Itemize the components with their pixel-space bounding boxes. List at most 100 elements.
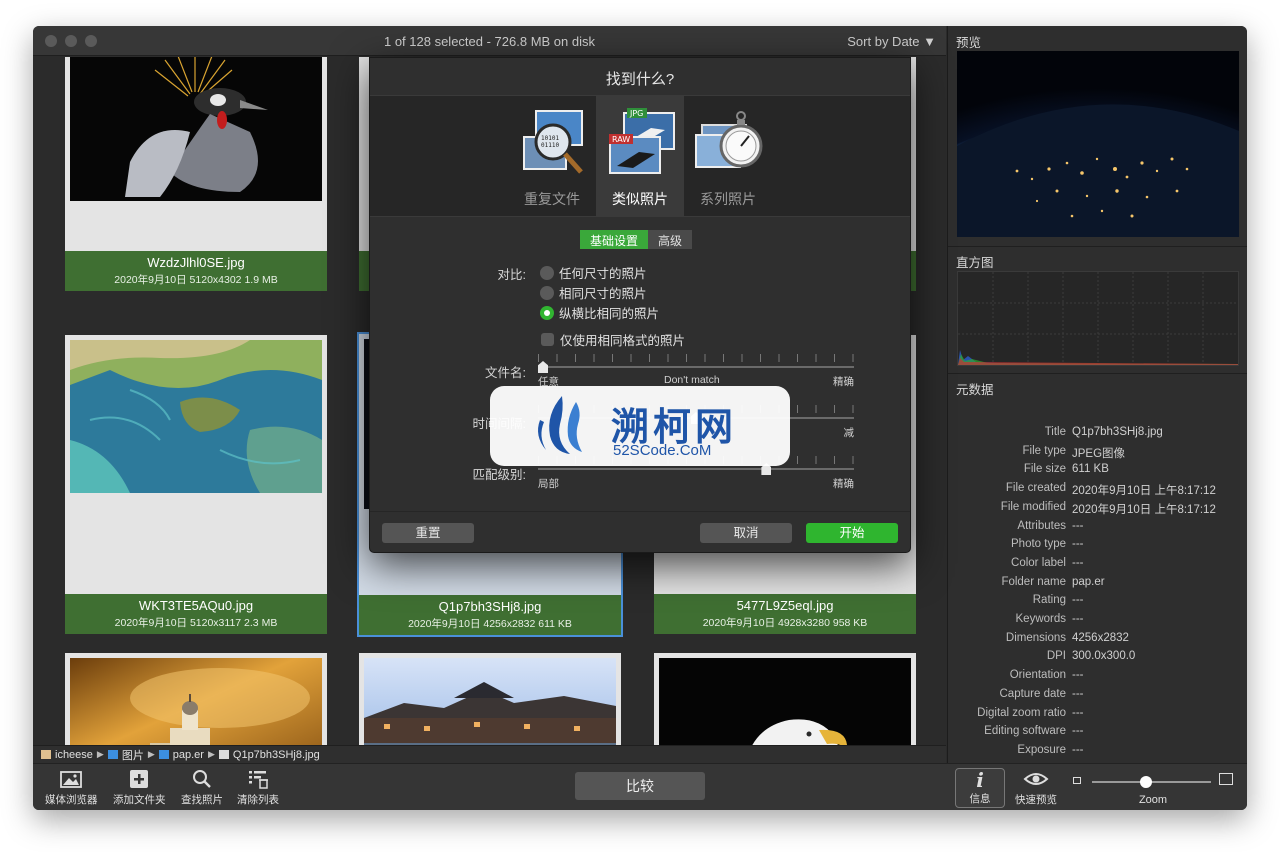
photo-caption: 5477L9Z5eql.jpg 2020年9月10日 4928x3280 958… bbox=[654, 594, 916, 634]
mode-duplicate-files[interactable]: 10101 01110 重复文件 bbox=[508, 96, 596, 216]
metadata-key: Keywords bbox=[1015, 613, 1067, 625]
watermark-logo: 溯柯网 52SCode.CoM bbox=[490, 386, 790, 466]
mode-similar-photos[interactable]: JPG RAW 类似照片 bbox=[596, 96, 684, 216]
folder-icon bbox=[158, 750, 169, 759]
sort-menu[interactable]: Sort by Date ▼ bbox=[847, 34, 936, 49]
radio-button[interactable] bbox=[540, 265, 554, 280]
mode-selector: 10101 01110 重复文件 JPG RAW 类似照片 系列照片 bbox=[370, 95, 910, 217]
radio-same-aspect[interactable]: 纵横比相同的照片 bbox=[540, 303, 659, 322]
radio-button[interactable] bbox=[540, 285, 554, 300]
radio-same-size[interactable]: 相同尺寸的照片 bbox=[540, 283, 647, 302]
metadata-row: File modified 2020年9月10日 上午8:17:12 bbox=[948, 501, 1247, 519]
radio-label: 任何尺寸的照片 bbox=[559, 267, 647, 281]
metadata-row: Digital zoom ratio --- bbox=[948, 707, 1247, 725]
match-level-label: 匹配级别: bbox=[472, 468, 526, 482]
tab-advanced[interactable]: 高级 bbox=[648, 230, 693, 249]
slider-knob[interactable] bbox=[538, 361, 548, 373]
clear-list-icon bbox=[249, 771, 268, 789]
panel-divider bbox=[948, 246, 1247, 247]
radio-any-size[interactable]: 任何尺寸的照片 bbox=[540, 263, 647, 282]
path-arrow-icon: ▶ bbox=[147, 749, 155, 759]
metadata-list: Title Q1p7bh3SHj8.jpg File type JPEG图像 File … bbox=[948, 398, 1247, 763]
photo-tile[interactable] bbox=[65, 653, 327, 745]
path-arrow-icon: ▶ bbox=[96, 749, 104, 759]
clear-list-button[interactable]: 清除列表 bbox=[237, 768, 279, 807]
metadata-value: JPEG图像 bbox=[1072, 447, 1126, 460]
info-button[interactable]: i 信息 bbox=[955, 768, 1005, 808]
slider-track[interactable] bbox=[538, 468, 854, 470]
inspector-panel: 预览 直方图 元数据 Title Q1p7bh3SHj8.jpg File ty… bbox=[947, 26, 1247, 763]
same-format-checkbox[interactable]: 仅使用相同格式的照片 bbox=[541, 330, 685, 349]
metadata-value: --- bbox=[1072, 613, 1084, 625]
path-segment[interactable]: icheese bbox=[41, 749, 93, 761]
file-icon bbox=[218, 750, 229, 759]
metadata-value: 300.0x300.0 bbox=[1072, 650, 1136, 663]
start-button[interactable]: 开始 bbox=[806, 523, 898, 543]
checkbox[interactable] bbox=[541, 333, 554, 346]
path-segment[interactable]: pap.er bbox=[158, 748, 204, 761]
filename-slider[interactable]: 任意 Don't match 精确 bbox=[538, 354, 854, 388]
metadata-key: File type bbox=[1022, 444, 1066, 457]
path-segment-label: pap.er bbox=[172, 748, 204, 761]
stopwatch-photos-icon bbox=[695, 111, 763, 168]
path-segment[interactable]: Q1p7bh3SHj8.jpg bbox=[218, 749, 320, 761]
metadata-value: --- bbox=[1072, 519, 1084, 532]
metadata-heading: 元数据 bbox=[956, 383, 994, 397]
mode-label: 系列照片 bbox=[700, 191, 756, 207]
metadata-row: Color label --- bbox=[948, 557, 1247, 575]
file-meta: 2020年9月10日 4928x3280 958 KB bbox=[702, 617, 868, 629]
metadata-key: Title bbox=[1044, 426, 1066, 438]
photo-tile[interactable] bbox=[654, 653, 916, 745]
photo-tile[interactable]: WzdzJlhl0SE.jpg 2020年9月10日 5120x4302 1.9… bbox=[65, 57, 327, 291]
metadata-row: Rating --- bbox=[948, 594, 1247, 612]
clear-list-label: 清除列表 bbox=[237, 794, 279, 806]
metadata-value: 2020年9月10日 上午8:17:12 bbox=[1072, 503, 1216, 516]
file-name: WzdzJlhl0SE.jpg bbox=[147, 255, 245, 270]
add-folder-button[interactable]: 添加文件夹 bbox=[113, 768, 166, 807]
file-name: 5477L9Z5eql.jpg bbox=[736, 598, 834, 613]
tab-basic-settings[interactable]: 基础设置 bbox=[580, 230, 649, 249]
slider-max-label: 精确 bbox=[833, 376, 854, 388]
eye-icon bbox=[1023, 773, 1049, 785]
zoom-control[interactable]: Zoom bbox=[1073, 770, 1233, 808]
media-browser-button[interactable]: 媒体浏览器 bbox=[45, 768, 98, 807]
file-meta: 2020年9月10日 5120x4302 1.9 MB bbox=[114, 274, 278, 286]
zoom-slider-knob[interactable] bbox=[1140, 776, 1153, 788]
folder-icon bbox=[107, 750, 118, 759]
preview-heading: 预览 bbox=[956, 36, 982, 50]
mode-series-photos[interactable]: 系列照片 bbox=[684, 96, 772, 216]
radio-button-selected[interactable] bbox=[540, 305, 554, 320]
compare-button[interactable]: 比较 bbox=[575, 772, 705, 800]
path-segment-label: icheese bbox=[55, 748, 93, 761]
mode-label: 类似照片 bbox=[612, 191, 668, 207]
photo-tile[interactable]: WKT3TE5AQu0.jpg 2020年9月10日 5120x3117 2.3… bbox=[65, 335, 327, 634]
metadata-value: --- bbox=[1072, 538, 1084, 551]
zoom-label: Zoom bbox=[1138, 794, 1168, 806]
selection-summary: 1 of 128 selected - 726.8 MB on disk bbox=[383, 34, 595, 49]
panel-divider bbox=[948, 373, 1247, 374]
jpg-raw-photos-icon: JPG RAW bbox=[609, 108, 675, 174]
slider-track[interactable] bbox=[538, 366, 854, 368]
thumbnail-crowned-crane bbox=[70, 57, 322, 201]
zoom-large-icon bbox=[1219, 773, 1233, 785]
metadata-value: --- bbox=[1072, 706, 1084, 719]
metadata-row: Title Q1p7bh3SHj8.jpg bbox=[948, 426, 1247, 444]
preview-image bbox=[957, 51, 1239, 237]
metadata-key: File size bbox=[1023, 463, 1066, 476]
metadata-value: --- bbox=[1072, 669, 1084, 682]
photo-tile[interactable] bbox=[359, 653, 621, 745]
metadata-key: Capture date bbox=[999, 687, 1067, 700]
metadata-key: File modified bbox=[1000, 500, 1066, 513]
metadata-row: Editing software --- bbox=[948, 725, 1247, 743]
cancel-button[interactable]: 取消 bbox=[700, 523, 792, 543]
metadata-row: Capture date --- bbox=[948, 688, 1247, 706]
reset-button[interactable]: 重置 bbox=[382, 523, 474, 543]
thumbnail-frame bbox=[65, 57, 327, 252]
find-photos-label: 查找照片 bbox=[181, 794, 223, 806]
find-photos-button[interactable]: 查找照片 bbox=[181, 768, 223, 807]
path-segment[interactable]: 图片 bbox=[107, 747, 144, 763]
search-icon bbox=[193, 770, 211, 788]
thumbnail-frame bbox=[65, 653, 327, 745]
quick-look-button[interactable]: 快速预览 bbox=[1015, 768, 1057, 807]
bottom-toolbar: 媒体浏览器 添加文件夹 查找照片 清除列表 比较 i 信息 快速预览 Zoom bbox=[33, 763, 1247, 810]
